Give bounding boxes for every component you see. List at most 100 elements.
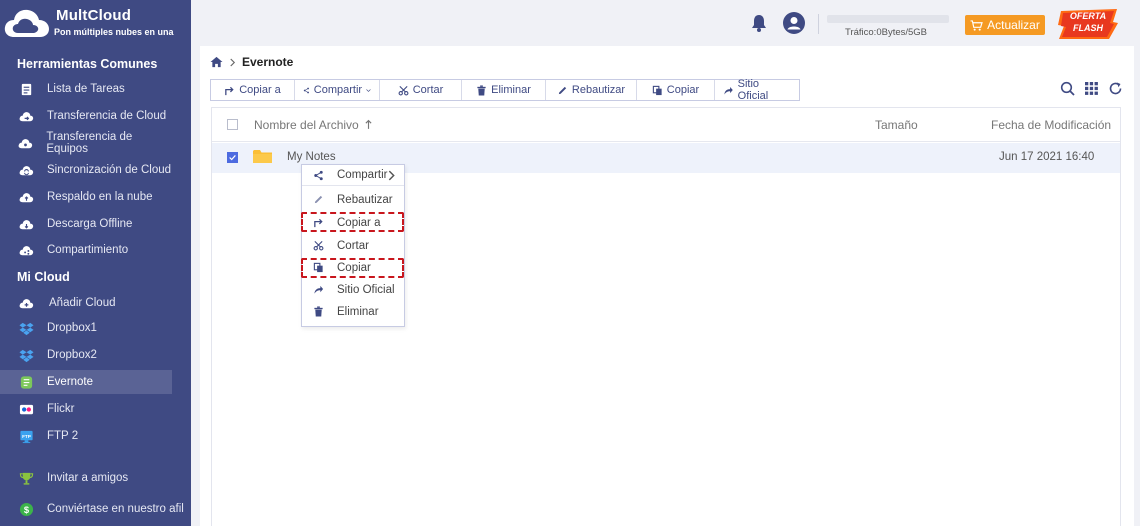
brand-name: MultCloud bbox=[56, 7, 132, 24]
logo[interactable]: MultCloud Pon múltiples nubes en una bbox=[4, 5, 189, 41]
svg-text:$: $ bbox=[23, 504, 29, 514]
flash-line-2: FLASH bbox=[1073, 23, 1103, 33]
bell-icon[interactable] bbox=[749, 13, 769, 33]
brand-tagline: Pon múltiples nubes en una bbox=[54, 27, 174, 37]
column-header-date[interactable]: Fecha de Modificación bbox=[991, 118, 1111, 132]
context-menu-share[interactable]: Compartir bbox=[302, 165, 404, 186]
column-header-size[interactable]: Tamaño bbox=[875, 118, 918, 132]
sidebar-item-label: Conviértase en nuestro afil bbox=[47, 503, 184, 515]
sort-up-icon bbox=[365, 119, 372, 129]
search-icon[interactable] bbox=[1060, 81, 1075, 96]
sidebar-item-label: Invitar a amigos bbox=[47, 472, 129, 484]
flash-offer-badge[interactable]: OFERTA FLASH bbox=[1057, 8, 1119, 40]
cut-label: Cortar bbox=[412, 84, 444, 96]
official-site-button[interactable]: Sitio Oficial bbox=[715, 78, 799, 102]
rename-label: Rebautizar bbox=[571, 84, 626, 96]
context-menu: Compartir Rebautizar Copiar a Cortar Cop… bbox=[301, 164, 405, 327]
context-menu-label: Compartir bbox=[337, 169, 388, 181]
scissors-icon bbox=[398, 85, 409, 95]
sidebar-item-cloud-transfer[interactable]: Transferencia de Cloud bbox=[0, 104, 172, 128]
select-all-checkbox[interactable] bbox=[227, 119, 238, 130]
sidebar-item-add-cloud[interactable]: Añadir Cloud bbox=[0, 291, 172, 315]
sidebar-item-cloud-backup[interactable]: Respaldo en la nube bbox=[0, 185, 172, 209]
highlight-copy-to bbox=[301, 212, 404, 232]
traffic-text: Tráfico:0Bytes/5GB bbox=[845, 27, 928, 38]
chevron-right-icon bbox=[230, 58, 236, 66]
cloud-transfer-icon bbox=[18, 108, 34, 124]
context-menu-cut[interactable]: Cortar bbox=[302, 235, 404, 256]
delete-button[interactable]: Eliminar bbox=[462, 80, 546, 100]
sidebar-item-dropbox2[interactable]: Dropbox2 bbox=[0, 343, 172, 367]
file-name[interactable]: My Notes bbox=[287, 151, 336, 163]
sidebar-item-team-transfer[interactable]: Transferencia de Equipos bbox=[0, 131, 172, 155]
sidebar-item-offline-download[interactable]: Descarga Offline bbox=[0, 212, 172, 236]
traffic-progress-bar bbox=[827, 15, 949, 23]
share-icon bbox=[312, 169, 324, 181]
breadcrumb-current: Evernote bbox=[242, 55, 294, 69]
share-label: Compartir bbox=[313, 84, 363, 96]
trash-icon bbox=[477, 84, 486, 96]
sidebar-item-label: Flickr bbox=[47, 403, 75, 415]
copy-button[interactable]: Copiar bbox=[637, 80, 715, 100]
copy-to-button[interactable]: Copiar a bbox=[211, 80, 295, 100]
refresh-icon[interactable] bbox=[1108, 81, 1123, 96]
sidebar-item-dropbox1[interactable]: Dropbox1 bbox=[0, 316, 172, 340]
copy-icon bbox=[652, 85, 662, 95]
checkmark-icon bbox=[229, 155, 236, 161]
official-site-icon bbox=[724, 86, 733, 94]
row-checkbox[interactable] bbox=[227, 152, 238, 163]
sidebar-item-label: Dropbox1 bbox=[47, 322, 97, 334]
cut-button[interactable]: Cortar bbox=[380, 80, 462, 100]
sidebar-item-share[interactable]: Compartimiento bbox=[0, 238, 172, 262]
sidebar-item-affiliate[interactable]: $ Conviértase en nuestro afil bbox=[0, 497, 191, 521]
share-icon bbox=[303, 87, 309, 93]
sidebar-item-ftp2[interactable]: FTP FTP 2 bbox=[0, 424, 172, 448]
task-list-icon bbox=[18, 81, 34, 97]
cloud-sync-icon bbox=[18, 162, 34, 178]
upgrade-button[interactable]: Actualizar bbox=[965, 15, 1045, 35]
context-menu-rename[interactable]: Rebautizar bbox=[302, 189, 404, 210]
highlight-copy bbox=[301, 258, 404, 278]
column-header-name[interactable]: Nombre del Archivo bbox=[254, 118, 372, 132]
sidebar-item-label: Añadir Cloud bbox=[49, 297, 116, 309]
context-menu-official-site[interactable]: Sitio Oficial bbox=[302, 279, 404, 300]
chevron-down-icon bbox=[366, 88, 371, 92]
context-menu-label: Sitio Oficial bbox=[337, 283, 395, 296]
user-avatar[interactable] bbox=[783, 12, 805, 34]
sidebar-item-flickr[interactable]: Flickr bbox=[0, 397, 172, 421]
sidebar-item-label: Transferencia de Cloud bbox=[47, 110, 167, 122]
grid-view-icon[interactable] bbox=[1084, 81, 1099, 96]
flickr-icon bbox=[18, 401, 34, 417]
home-icon[interactable] bbox=[210, 56, 223, 68]
official-site-icon bbox=[312, 284, 324, 296]
upgrade-label: Actualizar bbox=[987, 18, 1040, 32]
sidebar-item-label: Lista de Tareas bbox=[47, 83, 125, 95]
dropbox-icon bbox=[18, 320, 34, 336]
evernote-icon bbox=[18, 374, 34, 390]
sidebar-item-label: Transferencia de Equipos bbox=[46, 131, 133, 155]
copy-label: Copiar bbox=[666, 84, 700, 96]
pencil-icon bbox=[312, 194, 324, 206]
team-transfer-icon bbox=[18, 135, 33, 151]
trash-icon bbox=[312, 306, 324, 318]
breadcrumb: Evernote bbox=[210, 55, 293, 69]
table-header: Nombre del Archivo Tamaño Fecha de Modif… bbox=[212, 108, 1120, 142]
share-button[interactable]: Compartir bbox=[295, 80, 380, 100]
header-divider bbox=[818, 14, 819, 34]
context-menu-delete[interactable]: Eliminar bbox=[302, 301, 404, 322]
rename-button[interactable]: Rebautizar bbox=[546, 80, 637, 100]
sidebar-item-task-list[interactable]: Lista de Tareas bbox=[0, 77, 172, 101]
sidebar-item-evernote[interactable]: Evernote bbox=[0, 370, 172, 394]
sidebar-item-label: Evernote bbox=[47, 376, 94, 388]
official-site-label: Sitio Oficial bbox=[737, 78, 769, 102]
chevron-right-icon bbox=[388, 170, 395, 181]
sidebar-item-label: FTP 2 bbox=[47, 430, 79, 442]
sidebar-item-cloud-sync[interactable]: Sincronización de Cloud bbox=[0, 158, 172, 182]
sidebar-item-label: Sincronización de Cloud bbox=[47, 164, 172, 176]
section-title-mycloud: Mi Cloud bbox=[17, 270, 70, 284]
sidebar-item-invite[interactable]: Invitar a amigos bbox=[0, 466, 172, 490]
svg-text:FTP: FTP bbox=[22, 433, 31, 438]
pencil-icon bbox=[558, 86, 567, 94]
sidebar-item-label: Descarga Offline bbox=[47, 218, 133, 230]
context-menu-label: Cortar bbox=[337, 239, 369, 252]
